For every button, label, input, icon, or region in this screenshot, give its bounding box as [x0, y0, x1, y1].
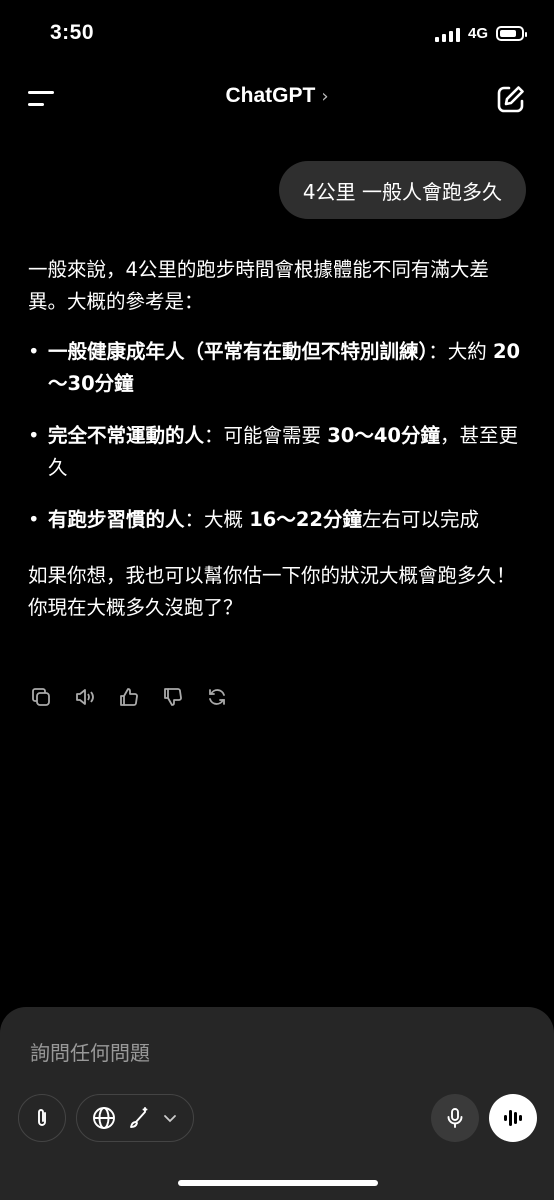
list-item: 有跑步習慣的人：大概 16～22分鐘左右可以完成	[28, 504, 526, 536]
bad-response-button[interactable]	[162, 686, 184, 708]
list-item-text: ：可能會需要	[204, 424, 328, 447]
answer-intro: 一般來說，4公里的跑步時間會根據體能不同有滿大差異。大概的參考是：	[28, 258, 489, 313]
chevron-right-icon: ›	[321, 86, 329, 107]
globe-icon	[93, 1107, 116, 1129]
thumbs-down-icon	[164, 688, 182, 706]
read-aloud-button[interactable]	[74, 686, 96, 708]
list-item-text: 左右可以完成	[362, 508, 480, 531]
list-item-bold: 完全不常運動的人	[48, 424, 205, 447]
list-item-bold: 有跑步習慣的人	[48, 508, 185, 531]
voice-mode-button[interactable]	[489, 1094, 537, 1142]
status-bar: 3:50 4G	[0, 0, 554, 72]
home-indicator	[178, 1180, 378, 1186]
regenerate-button[interactable]	[206, 686, 228, 708]
list-item-text: ：大約	[428, 340, 493, 363]
attach-button[interactable]	[18, 1094, 66, 1142]
list-item: 一般健康成年人（平常有在動但不特別訓練）：大約 20～30分鐘	[28, 336, 526, 400]
composer: 詢問任何問題	[0, 1007, 554, 1200]
list-item-value: 30～40分鐘	[327, 424, 440, 447]
good-response-button[interactable]	[118, 686, 140, 708]
compose-icon	[497, 86, 524, 113]
status-time: 3:50	[50, 21, 95, 44]
speaker-icon	[76, 689, 94, 705]
list-item-bold: 一般健康成年人（平常有在動但不特別訓練）	[48, 340, 429, 363]
thumbs-up-icon	[120, 688, 138, 706]
copy-icon	[32, 688, 50, 706]
status-indicators: 4G	[434, 25, 527, 42]
new-chat-button[interactable]	[496, 84, 526, 114]
voice-wave-icon	[504, 1110, 522, 1126]
dictate-button[interactable]	[431, 1094, 479, 1142]
message-input[interactable]: 詢問任何問題	[30, 1037, 150, 1066]
model-selector[interactable]: ChatGPT ›	[0, 84, 554, 108]
user-message-text: 4公里 一般人會跑多久	[302, 179, 502, 204]
microphone-icon	[447, 1108, 463, 1128]
app-title: ChatGPT	[225, 84, 316, 107]
chevron-down-icon	[163, 1115, 176, 1123]
copy-button[interactable]	[30, 686, 52, 708]
regenerate-icon	[209, 689, 225, 705]
user-message-bubble: 4公里 一般人會跑多久	[278, 161, 526, 219]
battery-icon	[496, 26, 527, 41]
network-type: 4G	[467, 25, 488, 42]
message-actions	[30, 686, 228, 708]
list-item-text: ：大概	[184, 508, 250, 531]
brush-icon	[130, 1107, 148, 1128]
list-item: 完全不常運動的人：可能會需要 30～40分鐘，甚至更久	[28, 420, 526, 484]
list-item-value: 16～22分鐘	[249, 508, 362, 531]
top-bar: ChatGPT ›	[0, 76, 554, 122]
assistant-message: 一般來說，4公里的跑步時間會根據體能不同有滿大差異。大概的參考是： 一般健康成年…	[28, 254, 526, 624]
paperclip-icon	[38, 1109, 46, 1126]
signal-icon	[434, 26, 460, 42]
answer-outro: 如果你想，我也可以幫你估一下你的狀況大概會跑多久！你現在大概多久沒跑了？	[28, 564, 516, 619]
tools-selector[interactable]	[76, 1094, 194, 1142]
answer-list: 一般健康成年人（平常有在動但不特別訓練）：大約 20～30分鐘 完全不常運動的人…	[28, 336, 526, 536]
